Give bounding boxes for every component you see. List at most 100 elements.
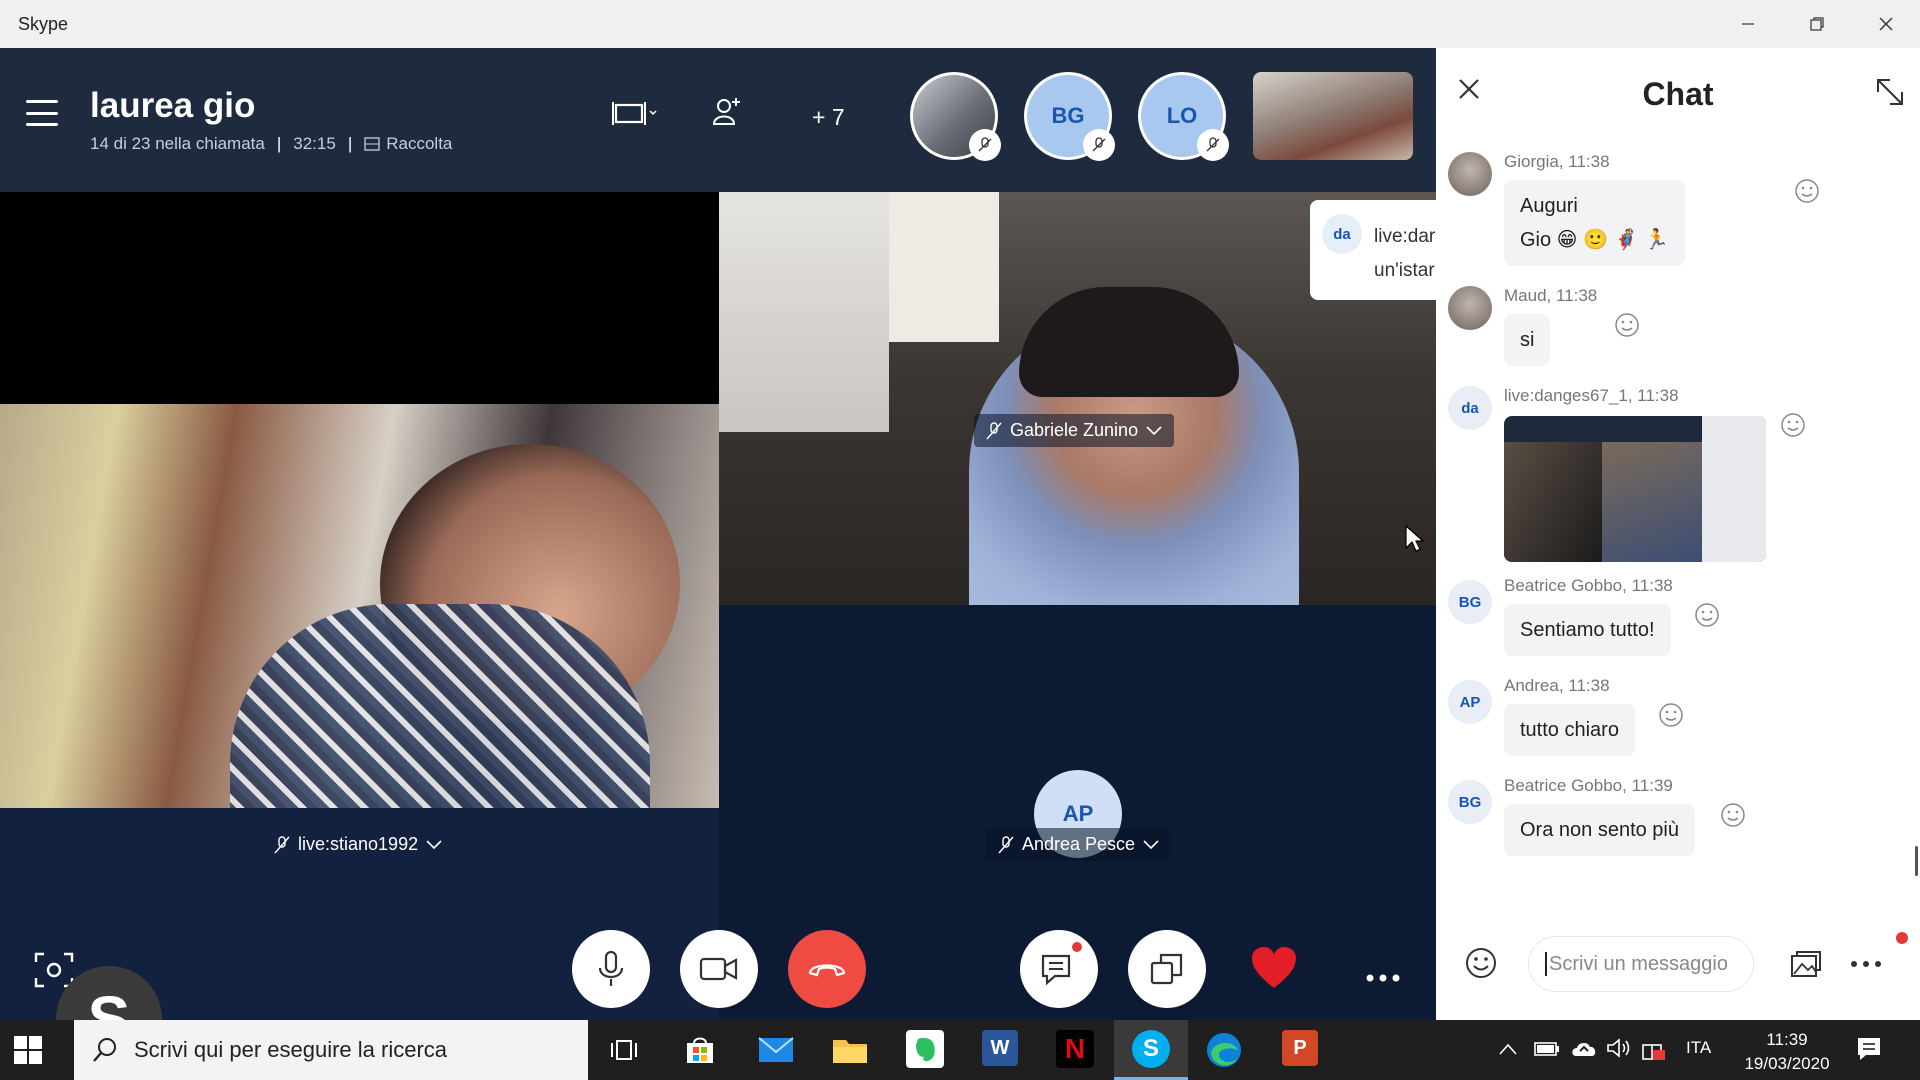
message-input-placeholder: Scrivi un messaggio [1549, 952, 1728, 975]
message-meta: live:danges67_1, 11:38 [1504, 386, 1679, 405]
participant-name-left[interactable]: live:stiano1992 [262, 828, 454, 861]
participant-name-label: live:stiano1992 [298, 834, 419, 854]
skype-icon[interactable]: S [1132, 1030, 1170, 1068]
mic-off-icon [1197, 129, 1229, 161]
open-chat-button[interactable] [1020, 930, 1098, 1008]
share-screen-button[interactable] [1128, 930, 1206, 1008]
end-call-button[interactable] [788, 930, 866, 1008]
avatar-initials: BG [1051, 103, 1085, 128]
add-participant-button[interactable] [712, 96, 742, 128]
toast-text: live:dar un'istar [1374, 220, 1436, 288]
message-meta: Beatrice Gobbo, 11:38 [1504, 576, 1673, 595]
video-toggle-button[interactable] [680, 930, 758, 1008]
participant-avatar-bg[interactable]: BG [1024, 72, 1115, 161]
gallery-view-button[interactable]: Raccolta [364, 134, 452, 154]
message-bubble[interactable]: Ora non sento più [1504, 804, 1695, 856]
add-reaction-icon[interactable] [1614, 312, 1640, 338]
clock[interactable]: 11:39 19/03/2020 [1732, 1028, 1842, 1076]
message-bubble[interactable]: tutto chiaro [1504, 704, 1635, 756]
message-bubble[interactable]: Sentiamo tutto! [1504, 604, 1671, 656]
cloud-upload-icon[interactable] [1570, 1036, 1598, 1060]
gift-notification-icon[interactable] [1640, 1036, 1666, 1062]
layout-button[interactable] [612, 98, 658, 128]
clock-time: 11:39 [1766, 1030, 1808, 1049]
message-input[interactable]: Scrivi un messaggio [1528, 936, 1754, 992]
react-button[interactable] [1250, 946, 1298, 995]
edge-icon[interactable] [1204, 1030, 1244, 1070]
call-title: laurea gio [90, 86, 256, 125]
more-options-button[interactable] [1366, 966, 1400, 982]
add-reaction-icon[interactable] [1720, 802, 1746, 828]
call-subtitle: 14 di 23 nella chiamata | 32:15 | Raccol… [90, 134, 453, 154]
shared-image[interactable] [1504, 416, 1766, 562]
gallery-label: Raccolta [386, 134, 453, 153]
store-icon[interactable] [680, 1030, 720, 1070]
task-view-icon[interactable] [604, 1030, 644, 1070]
evernote-icon[interactable] [906, 1030, 944, 1068]
add-reaction-icon[interactable] [1780, 412, 1806, 438]
message-bubble[interactable]: Auguri Gio 😁 🙂 🦸 🏃 [1504, 180, 1685, 266]
add-reaction-icon[interactable] [1794, 178, 1820, 204]
chat-notification-toast[interactable]: da live:dar un'istar [1310, 200, 1436, 300]
minimize-button[interactable] [1713, 0, 1782, 48]
minimize-icon [1741, 23, 1754, 25]
add-reaction-icon[interactable] [1694, 602, 1720, 628]
more-participants-button[interactable]: + 7 [812, 104, 845, 131]
share-screen-icon [1150, 953, 1183, 985]
chevron-up-icon[interactable] [1498, 1042, 1518, 1056]
add-person-icon [712, 98, 740, 125]
expand-chat-button[interactable] [1874, 76, 1906, 113]
search-placeholder: Scrivi qui per eseguire la ricerca [134, 1037, 448, 1062]
participant-avatar-lo[interactable]: LO [1138, 72, 1229, 161]
mic-off-icon [998, 835, 1014, 853]
participant-avatar-photo[interactable] [910, 72, 1001, 161]
menu-icon[interactable] [26, 100, 58, 126]
gallery-attach-icon [1791, 951, 1821, 977]
emoji-button[interactable] [1464, 946, 1498, 985]
message-text: Gio 😁 🙂 🦸 🏃 [1520, 229, 1669, 251]
video-tile-left[interactable] [0, 404, 719, 808]
call-duration: 32:15 [293, 134, 336, 153]
action-center-icon[interactable] [1856, 1036, 1882, 1062]
mail-icon[interactable] [756, 1030, 796, 1070]
hang-up-icon [808, 964, 846, 977]
language-indicator[interactable]: ITA [1686, 1038, 1711, 1058]
powerpoint-icon[interactable]: P [1282, 1030, 1318, 1066]
message-text: Auguri [1520, 195, 1578, 217]
word-icon[interactable]: W [982, 1030, 1018, 1066]
close-window-button[interactable] [1851, 0, 1920, 48]
taskbar-search[interactable]: Scrivi qui per eseguire la ricerca [74, 1020, 588, 1080]
participant-video-thumbnail[interactable] [1253, 72, 1413, 160]
battery-icon[interactable] [1534, 1040, 1560, 1058]
mic-off-icon [986, 421, 1002, 439]
start-button[interactable] [14, 1036, 42, 1069]
sender-avatar: BG [1448, 580, 1492, 624]
more-dots-icon [1851, 961, 1881, 967]
message-meta: Andrea, 11:38 [1504, 676, 1610, 695]
video-camera-icon [699, 957, 738, 981]
message-bubble[interactable]: si [1504, 314, 1551, 366]
mic-off-icon [274, 835, 290, 853]
volume-icon[interactable] [1606, 1036, 1632, 1060]
notification-dot [1072, 942, 1082, 952]
chat-scrollbar[interactable] [1915, 846, 1918, 876]
emoji-icon [1466, 948, 1496, 978]
sender-avatar [1448, 286, 1492, 330]
participant-name-center[interactable]: Gabriele Zunino [974, 414, 1175, 447]
composer-more-button[interactable] [1850, 942, 1882, 976]
message-text: tutto chiaro [1520, 718, 1619, 741]
sender-avatar: AP [1448, 680, 1492, 724]
message-meta: Maud, 11:38 [1504, 286, 1598, 305]
message-text: Sentiamo tutto! [1520, 618, 1655, 641]
attach-media-button[interactable] [1790, 948, 1822, 983]
toast-avatar: da [1322, 214, 1362, 254]
participant-name-audio[interactable]: Andrea Pesce [986, 828, 1172, 861]
netflix-icon[interactable]: N [1056, 1030, 1094, 1068]
add-reaction-icon[interactable] [1658, 702, 1684, 728]
mute-button[interactable] [572, 930, 650, 1008]
layout-icon [612, 102, 657, 125]
message-meta: Giorgia, 11:38 [1504, 152, 1610, 171]
toast-line: un'istar [1374, 260, 1435, 281]
file-explorer-icon[interactable] [830, 1030, 870, 1070]
restore-button[interactable] [1782, 0, 1851, 48]
